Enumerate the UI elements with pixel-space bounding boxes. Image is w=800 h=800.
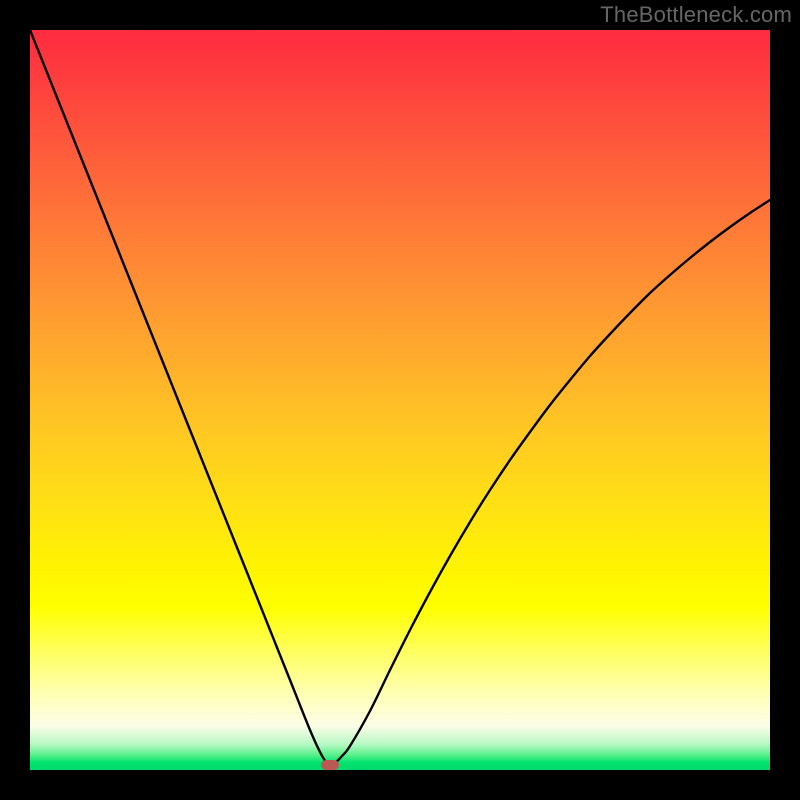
watermark-text: TheBottleneck.com <box>600 2 792 28</box>
plot-area <box>30 30 770 770</box>
curve-layer <box>30 30 770 770</box>
chart-frame: TheBottleneck.com <box>0 0 800 800</box>
minimum-marker <box>321 760 339 770</box>
bottleneck-curve <box>30 30 770 765</box>
